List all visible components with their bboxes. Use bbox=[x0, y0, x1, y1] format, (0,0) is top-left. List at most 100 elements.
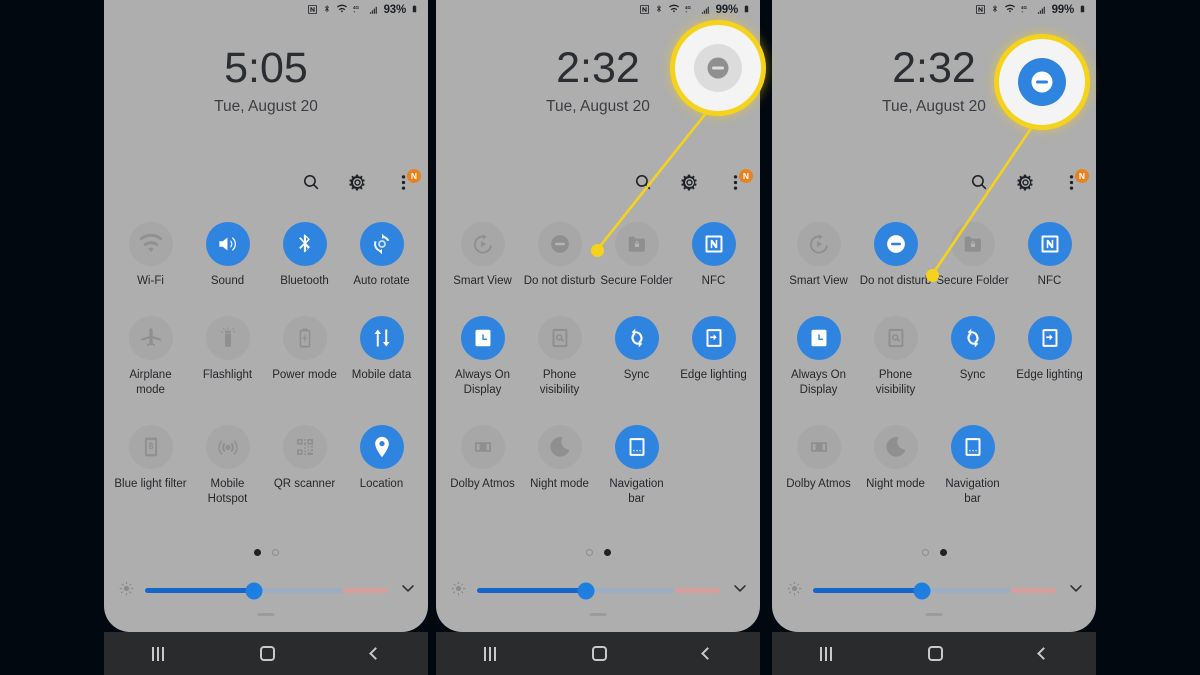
secure-folder-icon[interactable] bbox=[614, 222, 659, 266]
navigation-bar-icon[interactable] bbox=[950, 425, 995, 470]
quick-setting-tile[interactable]: Do not disturb bbox=[857, 222, 934, 288]
blue-light-icon[interactable] bbox=[128, 425, 173, 470]
home-icon[interactable] bbox=[260, 646, 275, 661]
quick-setting-tile[interactable]: Sync bbox=[598, 316, 675, 397]
clock-widget[interactable]: 5:05 Tue, August 20 bbox=[104, 45, 428, 116]
dolby-atmos-icon[interactable] bbox=[460, 425, 505, 470]
do-not-disturb-icon[interactable] bbox=[873, 222, 918, 266]
recents-icon[interactable] bbox=[820, 646, 832, 661]
quick-setting-tile[interactable]: NFC bbox=[675, 222, 752, 288]
wifi-icon[interactable] bbox=[128, 222, 173, 266]
quick-setting-tile[interactable]: Secure Folder bbox=[934, 222, 1011, 288]
quick-setting-tile[interactable]: Secure Folder bbox=[598, 222, 675, 288]
smart-view-icon[interactable] bbox=[460, 222, 505, 266]
phone-visibility-icon[interactable] bbox=[537, 316, 582, 361]
home-icon[interactable] bbox=[592, 646, 607, 661]
recents-icon[interactable] bbox=[484, 646, 496, 661]
chevron-down-icon[interactable] bbox=[398, 578, 418, 603]
secure-folder-icon[interactable] bbox=[950, 222, 995, 266]
page-dot[interactable] bbox=[939, 549, 947, 556]
nfc-icon[interactable] bbox=[691, 222, 736, 266]
always-on-display-icon[interactable] bbox=[796, 316, 841, 361]
night-mode-icon[interactable] bbox=[873, 425, 918, 470]
chevron-down-icon[interactable] bbox=[1066, 578, 1086, 603]
quick-setting-tile[interactable]: Mobile Hotspot bbox=[189, 425, 266, 506]
page-dot[interactable] bbox=[603, 549, 611, 556]
quick-setting-tile[interactable]: Phone visibility bbox=[857, 316, 934, 397]
hotspot-icon[interactable] bbox=[205, 425, 250, 470]
quick-setting-tile[interactable]: NFC bbox=[1011, 222, 1088, 288]
page-dot[interactable] bbox=[585, 549, 593, 556]
panel-drag-handle[interactable] bbox=[257, 613, 275, 616]
auto-rotate-icon[interactable] bbox=[359, 222, 404, 266]
back-icon[interactable] bbox=[1037, 647, 1050, 660]
phone-visibility-icon[interactable] bbox=[873, 316, 918, 361]
brightness-slider[interactable] bbox=[145, 582, 388, 599]
edge-lighting-icon[interactable] bbox=[1027, 316, 1072, 361]
qr-scanner-icon[interactable] bbox=[282, 425, 327, 470]
quick-setting-tile[interactable]: Edge lighting bbox=[675, 316, 752, 397]
always-on-display-icon[interactable] bbox=[460, 316, 505, 361]
sync-icon[interactable] bbox=[950, 316, 995, 361]
navigation-bar-icon[interactable] bbox=[614, 425, 659, 470]
gear-icon[interactable] bbox=[347, 172, 371, 196]
quick-setting-tile[interactable]: Power mode bbox=[266, 316, 343, 397]
flashlight-icon[interactable] bbox=[205, 316, 250, 361]
mobile-data-icon[interactable] bbox=[359, 316, 404, 361]
quick-setting-tile[interactable]: Navigation bar bbox=[598, 425, 675, 506]
search-icon[interactable] bbox=[301, 172, 325, 196]
quick-setting-tile[interactable]: Location bbox=[343, 425, 420, 506]
nfc-icon[interactable] bbox=[1027, 222, 1072, 266]
do-not-disturb-icon[interactable] bbox=[537, 222, 582, 266]
power-mode-icon[interactable] bbox=[282, 316, 327, 361]
bluetooth-icon[interactable] bbox=[282, 222, 327, 266]
night-mode-icon[interactable] bbox=[537, 425, 582, 470]
quick-setting-tile[interactable]: Sound bbox=[189, 222, 266, 288]
brightness-slider-handle[interactable] bbox=[245, 582, 263, 599]
quick-setting-tile[interactable]: Navigation bar bbox=[934, 425, 1011, 506]
chevron-down-icon[interactable] bbox=[730, 578, 750, 603]
home-icon[interactable] bbox=[928, 646, 943, 661]
quick-setting-tile[interactable]: Night mode bbox=[857, 425, 934, 506]
sync-icon[interactable] bbox=[614, 316, 659, 361]
quick-setting-tile[interactable]: Mobile data bbox=[343, 316, 420, 397]
panel-drag-handle[interactable] bbox=[925, 613, 943, 616]
search-icon[interactable] bbox=[969, 172, 993, 196]
recents-icon[interactable] bbox=[152, 646, 164, 661]
quick-setting-tile[interactable]: Bluetooth bbox=[266, 222, 343, 288]
location-pin-icon[interactable] bbox=[359, 425, 404, 470]
gear-icon[interactable] bbox=[1015, 172, 1039, 196]
search-icon[interactable] bbox=[633, 172, 657, 196]
smart-view-icon[interactable] bbox=[796, 222, 841, 266]
quick-setting-tile[interactable]: Always On Display bbox=[444, 316, 521, 397]
page-dot[interactable] bbox=[271, 549, 279, 556]
quick-setting-tile[interactable]: Night mode bbox=[521, 425, 598, 506]
quick-setting-tile[interactable]: Airplane mode bbox=[112, 316, 189, 397]
back-icon[interactable] bbox=[369, 647, 382, 660]
quick-setting-tile[interactable]: Do not disturb bbox=[521, 222, 598, 288]
brightness-slider[interactable] bbox=[477, 582, 720, 599]
brightness-slider-handle[interactable] bbox=[577, 582, 595, 599]
quick-setting-tile[interactable]: Dolby Atmos bbox=[780, 425, 857, 506]
quick-setting-tile[interactable]: Phone visibility bbox=[521, 316, 598, 397]
page-dot[interactable] bbox=[921, 549, 929, 556]
dolby-atmos-icon[interactable] bbox=[796, 425, 841, 470]
airplane-icon[interactable] bbox=[128, 316, 173, 361]
back-icon[interactable] bbox=[701, 647, 714, 660]
quick-setting-tile[interactable]: Wi-Fi bbox=[112, 222, 189, 288]
brightness-slider[interactable] bbox=[813, 582, 1056, 599]
quick-setting-tile[interactable]: Dolby Atmos bbox=[444, 425, 521, 506]
quick-setting-tile[interactable]: Smart View bbox=[780, 222, 857, 288]
quick-setting-tile[interactable]: Flashlight bbox=[189, 316, 266, 397]
quick-setting-tile[interactable]: Smart View bbox=[444, 222, 521, 288]
brightness-slider-handle[interactable] bbox=[913, 582, 931, 599]
more-options-icon[interactable]: N bbox=[725, 169, 753, 196]
panel-drag-handle[interactable] bbox=[589, 613, 607, 616]
quick-setting-tile[interactable]: Edge lighting bbox=[1011, 316, 1088, 397]
more-options-icon[interactable]: N bbox=[393, 169, 421, 196]
edge-lighting-icon[interactable] bbox=[691, 316, 736, 361]
quick-setting-tile[interactable]: Always On Display bbox=[780, 316, 857, 397]
volume-icon[interactable] bbox=[205, 222, 250, 266]
quick-setting-tile[interactable]: Auto rotate bbox=[343, 222, 420, 288]
quick-setting-tile[interactable]: Sync bbox=[934, 316, 1011, 397]
